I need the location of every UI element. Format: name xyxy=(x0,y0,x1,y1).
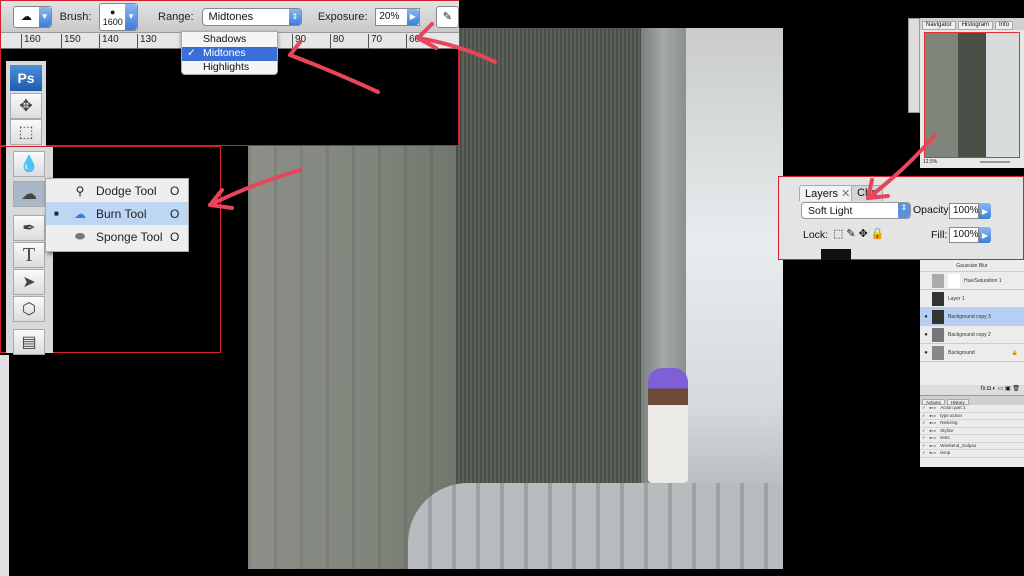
annotation-arrows xyxy=(208,22,937,210)
annotation-arrow xyxy=(208,168,302,207)
annotation-arrowhead xyxy=(416,22,438,50)
annotation-arrow-head xyxy=(288,40,310,64)
annotation-arrow xyxy=(416,36,497,64)
annotation-arrow xyxy=(866,133,937,200)
